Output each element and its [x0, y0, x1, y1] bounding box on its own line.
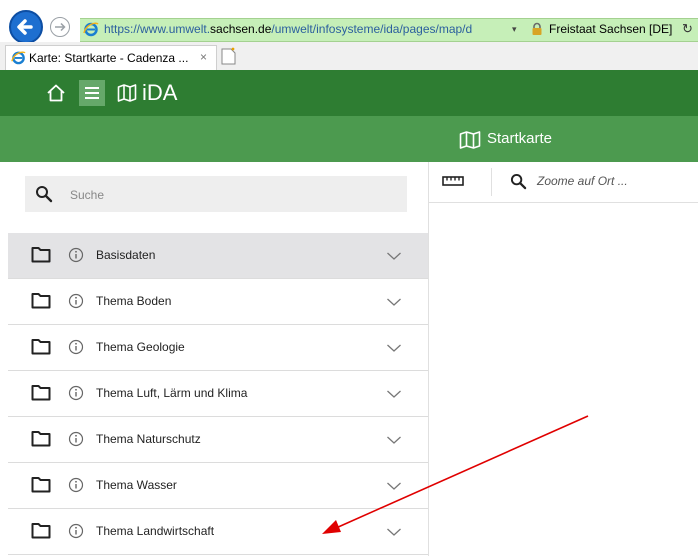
map-toolbar: Zoome auf Ort ... — [429, 162, 698, 203]
folder-icon — [31, 293, 51, 309]
folder-icon — [31, 339, 51, 355]
folder-icon — [31, 431, 51, 447]
forward-icon — [55, 22, 66, 32]
search-icon — [510, 173, 527, 190]
layer-label: Basisdaten — [96, 248, 156, 262]
folder-icon — [31, 385, 51, 401]
refresh-icon[interactable]: ↻ — [682, 21, 693, 37]
map-icon — [459, 131, 481, 149]
chevron-down-icon[interactable] — [386, 435, 402, 445]
chevron-down-icon[interactable] — [386, 251, 402, 261]
info-icon[interactable] — [68, 339, 84, 355]
ie-icon — [83, 22, 99, 37]
forward-button[interactable] — [50, 17, 70, 37]
chevron-down-icon[interactable] — [386, 481, 402, 491]
url-prefix: https://www.umwelt. — [104, 22, 211, 36]
layer-row-geologie[interactable]: Thema Geologie — [8, 325, 428, 371]
tab-close-icon[interactable]: × — [200, 50, 207, 64]
layer-row-boden[interactable]: Thema Boden — [8, 279, 428, 325]
app-header: iDA — [0, 70, 698, 116]
back-button[interactable] — [9, 10, 43, 44]
info-icon[interactable] — [68, 247, 84, 263]
browser-tab[interactable]: Karte: Startkarte - Cadenza ... × — [5, 45, 217, 70]
info-icon[interactable] — [68, 477, 84, 493]
ie-tab-icon — [11, 51, 26, 65]
url-domain: sachsen.de — [210, 22, 272, 36]
ruler-icon[interactable] — [442, 175, 464, 187]
new-tab-icon[interactable] — [220, 47, 237, 65]
layer-label: Thema Geologie — [96, 340, 185, 354]
layer-row-basisdaten[interactable]: Basisdaten — [8, 233, 428, 279]
map-title-bar: Startkarte — [0, 116, 698, 162]
layer-panel: Suche Basisdaten Thema Boden Thema Geolo… — [0, 162, 429, 556]
chevron-down-icon[interactable] — [386, 297, 402, 307]
menu-button[interactable] — [79, 80, 105, 106]
site-identity[interactable]: Freistaat Sachsen [DE] — [549, 22, 672, 36]
layer-label: Thema Naturschutz — [96, 432, 201, 446]
layer-row-wasser[interactable]: Thema Wasser — [8, 463, 428, 509]
toolbar-divider — [491, 168, 492, 196]
map-icon — [117, 84, 137, 102]
zoom-to-place-input[interactable]: Zoome auf Ort ... — [537, 174, 628, 188]
info-icon[interactable] — [68, 293, 84, 309]
search-input[interactable]: Suche — [25, 176, 407, 212]
layer-row-naturschutz[interactable]: Thema Naturschutz — [8, 417, 428, 463]
folder-icon — [31, 247, 51, 263]
map-canvas[interactable] — [429, 203, 698, 556]
folder-icon — [31, 523, 51, 539]
tab-title: Karte: Startkarte - Cadenza ... — [29, 51, 189, 65]
layer-label: Thema Boden — [96, 294, 172, 308]
url-path: /umwelt/infosysteme/ida/pages/map/d — [271, 22, 473, 36]
layer-row-luft-laerm-klima[interactable]: Thema Luft, Lärm und Klima — [8, 371, 428, 417]
back-icon — [17, 19, 33, 35]
layer-label: Thema Luft, Lärm und Klima — [96, 386, 248, 400]
layer-label: Thema Landwirtschaft — [96, 524, 215, 538]
lock-icon — [532, 22, 542, 35]
map-title: Startkarte — [487, 130, 553, 147]
search-placeholder: Suche — [70, 188, 105, 202]
home-icon[interactable] — [46, 83, 66, 103]
info-icon[interactable] — [68, 385, 84, 401]
url-dropdown-icon[interactable]: ▾ — [512, 24, 517, 35]
layer-label: Thema Wasser — [96, 478, 177, 492]
url-text: https://www.umwelt.sachsen.de/umwelt/inf… — [104, 22, 472, 36]
browser-address-row: https://www.umwelt.sachsen.de/umwelt/inf… — [0, 0, 698, 44]
folder-icon — [31, 477, 51, 493]
app-title: iDA — [142, 80, 178, 105]
info-icon[interactable] — [68, 523, 84, 539]
chevron-down-icon[interactable] — [386, 527, 402, 537]
layer-row-landwirtschaft[interactable]: Thema Landwirtschaft — [8, 509, 428, 555]
tab-strip: Karte: Startkarte - Cadenza ... × — [0, 42, 698, 71]
chevron-down-icon[interactable] — [386, 343, 402, 353]
address-bar[interactable]: https://www.umwelt.sachsen.de/umwelt/inf… — [80, 18, 698, 42]
info-icon[interactable] — [68, 431, 84, 447]
menu-icon — [85, 87, 99, 99]
chevron-down-icon[interactable] — [386, 389, 402, 399]
search-icon — [36, 186, 53, 203]
layer-list: Basisdaten Thema Boden Thema Geologie Th… — [8, 233, 428, 555]
